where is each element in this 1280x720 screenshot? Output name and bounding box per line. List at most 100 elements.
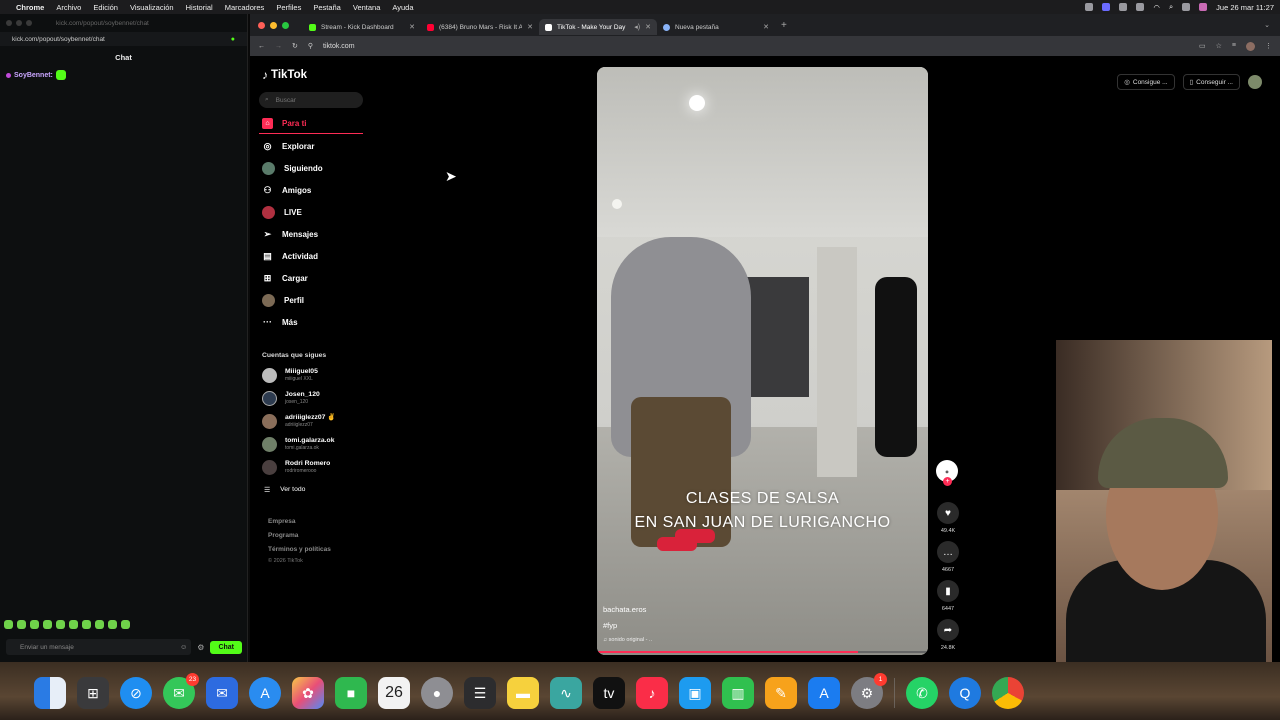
chat-message-input[interactable]: Enviar un mensaje ☺ [6, 639, 192, 655]
new-tab-icon[interactable]: + [781, 20, 787, 31]
gear-icon[interactable]: ⚙ [197, 643, 204, 652]
minimize-window-button[interactable] [270, 21, 277, 29]
site-info-icon[interactable]: ⚲ [308, 42, 313, 50]
menu-perfiles[interactable]: Perfiles [276, 3, 301, 12]
emote-icon[interactable] [121, 620, 130, 629]
send-chat-button[interactable]: Chat [210, 640, 242, 654]
url-field[interactable]: tiktok.com [323, 43, 355, 50]
safari-icon[interactable]: ⊘ [120, 677, 152, 709]
followed-account[interactable]: Josen_120 josen_120 [262, 387, 320, 409]
menu-historial[interactable]: Historial [186, 3, 213, 12]
get-coins-button[interactable]: ◎ Consigue ... [1117, 74, 1175, 90]
mail-icon[interactable]: ✉ [206, 677, 238, 709]
search-input[interactable]: ⌕ Buscar [259, 92, 363, 108]
siri-icon[interactable] [1199, 3, 1208, 11]
quicktime-icon[interactable]: Q [949, 677, 981, 709]
followed-account[interactable]: Miiiguel05 miiiguel XXL [262, 364, 318, 386]
video-author[interactable]: bachata.eros [603, 605, 646, 614]
tab-youtube[interactable]: (6384) Bruno Mars - Risk It All ✕ [421, 19, 539, 35]
keynote-icon[interactable]: ▣ [679, 677, 711, 709]
followed-account[interactable]: Rodri Romero rodriromerooo [262, 456, 330, 478]
emote-icon[interactable] [4, 620, 13, 629]
extensions-icon[interactable]: ≡ [1232, 42, 1236, 51]
video-sound[interactable]: ♫ sonido original - .. [603, 637, 652, 643]
creator-avatar[interactable]: ◉ + [936, 460, 958, 486]
contacts-icon[interactable]: ● [421, 677, 453, 709]
close-tab-icon[interactable]: ✕ [763, 23, 769, 31]
battery-icon[interactable] [1136, 3, 1145, 11]
whatsapp-icon[interactable]: ✆ [906, 677, 938, 709]
tiktok-logo[interactable]: ♪ TikTok [262, 68, 307, 82]
nav-explorar[interactable]: ◎ Explorar [259, 136, 363, 156]
video-player[interactable]: CLASES DE SALSA EN SAN JUAN DE LURIGANCH… [597, 67, 928, 655]
secure-icon[interactable]: ● [231, 36, 235, 43]
chat-url-bar[interactable]: kick.com/popout/soybennet/chat ● [0, 32, 247, 46]
spotlight-icon[interactable]: ⌕ [1169, 2, 1173, 12]
app-store-icon[interactable]: A [249, 677, 281, 709]
nav-mas[interactable]: ··· Más [259, 312, 363, 332]
video-hashtag[interactable]: #fyp [603, 621, 617, 630]
emote-icon[interactable] [43, 620, 52, 629]
tab-search-icon[interactable]: ⌄ [1264, 21, 1270, 29]
footer-programa[interactable]: Programa [268, 532, 298, 539]
menu-ventana[interactable]: Ventana [353, 3, 381, 12]
menu-app-name[interactable]: Chrome [16, 3, 44, 12]
facetime-icon[interactable]: ■ [335, 677, 367, 709]
comment-button[interactable]: … 4667 [936, 541, 960, 573]
emote-icon[interactable] [17, 620, 26, 629]
footer-terminos[interactable]: Términos y políticas [268, 546, 331, 553]
freeform-icon[interactable]: ∿ [550, 677, 582, 709]
nav-actividad[interactable]: ▤ Actividad [259, 246, 363, 266]
emoji-icon[interactable]: ☺ [180, 644, 187, 651]
see-all-link[interactable]: ☰ Ver todo [264, 486, 305, 494]
profile-avatar[interactable] [1246, 41, 1255, 51]
tab-kick-dashboard[interactable]: Stream - Kick Dashboard ✕ [303, 19, 421, 35]
menu-ayuda[interactable]: Ayuda [392, 3, 413, 12]
video-progress-bar[interactable] [597, 651, 928, 653]
footer-empresa[interactable]: Empresa [268, 518, 295, 525]
back-icon[interactable]: ← [258, 43, 265, 50]
cast-icon[interactable]: ▭ [1199, 42, 1206, 51]
launchpad-icon[interactable]: ⊞ [77, 677, 109, 709]
status-app-icon[interactable] [1085, 3, 1094, 11]
wifi-icon[interactable]: ◠ [1153, 3, 1160, 12]
followed-account[interactable]: adriiiglezz07 ✌ adriiiglezz07 [262, 410, 336, 432]
follow-plus-icon[interactable]: + [943, 477, 952, 486]
user-avatar[interactable] [1248, 75, 1262, 89]
nav-mensajes[interactable]: ➢ Mensajes [259, 224, 363, 244]
zoom-dot[interactable] [26, 20, 32, 26]
reminders-icon[interactable]: ☰ [464, 677, 496, 709]
notes-icon[interactable]: ▬ [507, 677, 539, 709]
reload-icon[interactable]: ↻ [292, 42, 298, 50]
chat-username[interactable]: SoyBennet: [14, 72, 53, 79]
finder-icon[interactable] [34, 677, 66, 709]
control-center-icon[interactable] [1182, 3, 1191, 11]
zoom-window-button[interactable] [282, 21, 289, 29]
close-tab-icon[interactable]: ✕ [527, 23, 533, 31]
followed-account[interactable]: tomi.galarza.ok tomi.galarza.ok [262, 433, 334, 455]
nav-perfil[interactable]: Perfil [259, 290, 363, 310]
menubar-clock[interactable]: Jue 26 mar 11:27 [1216, 3, 1274, 12]
audio-icon[interactable]: ◂) [634, 23, 640, 31]
share-button[interactable]: ➦ 24.8K [936, 619, 960, 651]
forward-icon[interactable]: → [275, 43, 282, 50]
close-window-button[interactable] [258, 21, 265, 29]
emote-icon[interactable] [69, 620, 78, 629]
like-button[interactable]: ♥ 49.4K [936, 502, 960, 534]
save-button[interactable]: ▮ 6447 [936, 580, 960, 612]
emote-icon[interactable] [108, 620, 117, 629]
menu-dots-icon[interactable]: ⋮ [1265, 42, 1272, 51]
close-tab-icon[interactable]: ✕ [409, 23, 415, 31]
pages-icon[interactable]: ✎ [765, 677, 797, 709]
nav-siguiendo[interactable]: Siguiendo [259, 158, 363, 178]
status-app-icon[interactable] [1119, 3, 1128, 11]
apple-tv-icon[interactable]: tv [593, 677, 625, 709]
nav-cargar[interactable]: ⊞ Cargar [259, 268, 363, 288]
tab-new-tab[interactable]: Nueva pestaña ✕ [657, 19, 775, 35]
close-dot[interactable] [6, 20, 12, 26]
nav-amigos[interactable]: ⚇ Amigos [259, 180, 363, 200]
photos-icon[interactable]: ✿ [292, 677, 324, 709]
messages-icon[interactable]: ✉ 23 [163, 673, 199, 709]
close-tab-icon[interactable]: ✕ [645, 23, 651, 31]
nav-para-ti[interactable]: ⌂ Para ti [259, 114, 363, 134]
